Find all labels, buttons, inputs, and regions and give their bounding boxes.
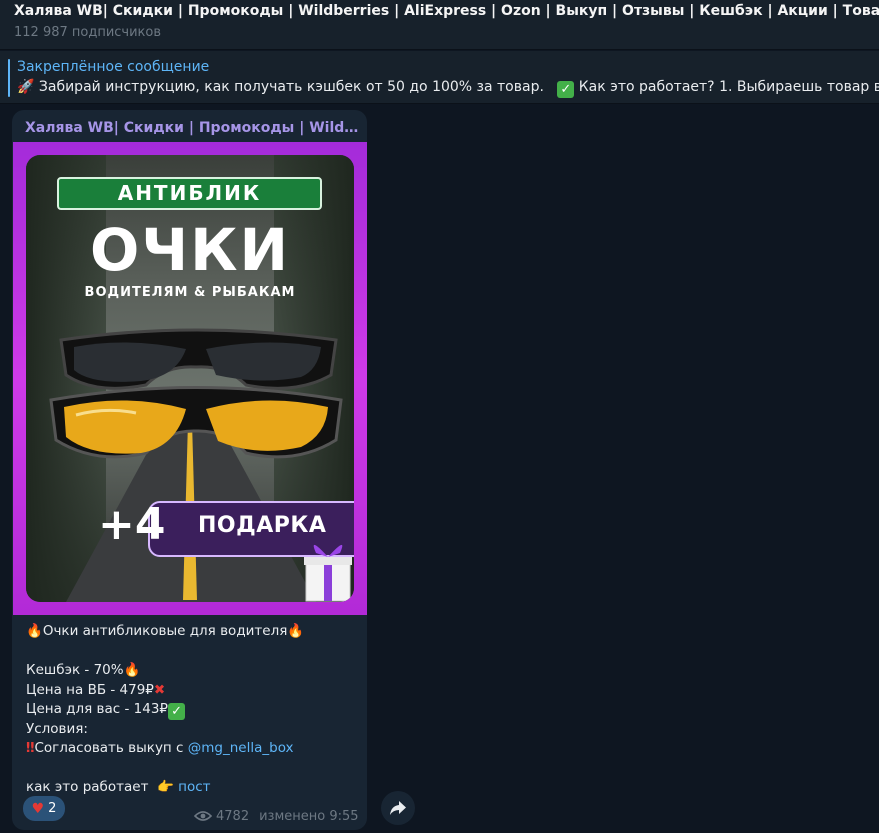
subscriber-count: 112 987 подписчиков [14, 25, 162, 40]
view-count: 4782 [216, 808, 250, 824]
plus-four: +4 [98, 499, 166, 550]
promo-image[interactable]: АНТИБЛИК ОЧКИ ВОДИТЕЛЯМ & РЫБАКАМ +4 ПОД… [13, 142, 367, 615]
pointing-hand-icon: 👉 [157, 779, 174, 795]
pinned-text: 🚀 Забирай инструкцию, как получать кэшбе… [17, 79, 879, 98]
how-line: как это работает 👉 пост [26, 778, 361, 798]
message-meta: 4782 изменено 9:55 [194, 806, 359, 826]
share-button[interactable] [381, 791, 415, 825]
gift-box-icon [304, 544, 352, 602]
sunglasses-illustration [49, 328, 343, 459]
pinned-message-bar[interactable]: Закреплённое сообщение 🚀 Забирай инструк… [0, 51, 879, 104]
promo-title: ОЧКИ [89, 216, 291, 284]
product-name: Очки антибликовые для водителя [42, 623, 288, 639]
check-mark-icon: ✓ [557, 81, 575, 98]
rocket-icon: 🚀 [17, 79, 35, 95]
fire-icon: 🔥 [26, 623, 43, 639]
share-arrow-icon [390, 801, 406, 815]
cashback-line: Кешбэк - 70%🔥 [26, 661, 361, 681]
price-you-text: Цена для вас - 143₽ [26, 701, 169, 717]
heart-reaction-button[interactable]: ♥ 2 [23, 796, 65, 821]
post-link[interactable]: пост [178, 779, 210, 795]
pinned-label: Закреплённое сообщение [17, 59, 210, 75]
pinned-text-part1: Забирай инструкцию, как получать кэшбек … [38, 79, 544, 95]
fire-icon: 🔥 [287, 623, 305, 639]
how-text: как это работает [26, 779, 149, 795]
agree-line: ‼Согласовать выкуп с @mg_nella_box [26, 739, 361, 759]
conditions-text: Условия: [26, 720, 88, 737]
cashback-text: Кешбэк - 70% [26, 662, 124, 678]
message-text: 🔥Очки антибликовые для водителя🔥 Кешбэк … [26, 622, 361, 798]
promo-image-frame: АНТИБЛИК ОЧКИ ВОДИТЕЛЯМ & РЫБАКАМ +4 ПОД… [26, 155, 354, 602]
conditions-line: Условия: [26, 720, 361, 740]
product-line: 🔥Очки антибликовые для водителя🔥 [26, 622, 361, 642]
pinned-text-part2: Как это работает? 1. Выбираешь товар в н… [578, 79, 879, 95]
promo-subtitle: ВОДИТЕЛЯМ & РЫБАКАМ [84, 285, 296, 300]
fire-icon: 🔥 [123, 662, 141, 678]
antiglare-badge: АНТИБЛИК [57, 177, 322, 210]
eye-icon [194, 811, 212, 821]
check-mark-icon: ✓ [168, 703, 186, 720]
message-bubble: Халява WB| Скидки | Промокоды | Wildberr… [12, 110, 367, 830]
message-author[interactable]: Халява WB| Скидки | Промокоды | Wildberr… [25, 120, 360, 136]
price-wb-text: Цена на ВБ - 479₽ [26, 681, 154, 698]
chat-header[interactable]: Халява WB| Скидки | Промокоды | Wildberr… [0, 0, 879, 50]
edited-time: изменено 9:55 [259, 808, 359, 824]
pinned-indicator [8, 59, 10, 97]
price-you-line: Цена для вас - 143₽ ✓ [26, 700, 361, 720]
price-wb-line: Цена на ВБ - 479₽✖ [26, 681, 361, 701]
cross-mark-icon: ✖ [153, 681, 166, 698]
reaction-count: 2 [48, 801, 57, 816]
channel-title[interactable]: Халява WB| Скидки | Промокоды | Wildberr… [14, 3, 879, 19]
heart-icon: ♥ [31, 800, 45, 817]
contact-link[interactable]: @mg_nella_box [188, 740, 294, 756]
agree-text: Согласовать выкуп с [34, 740, 188, 756]
